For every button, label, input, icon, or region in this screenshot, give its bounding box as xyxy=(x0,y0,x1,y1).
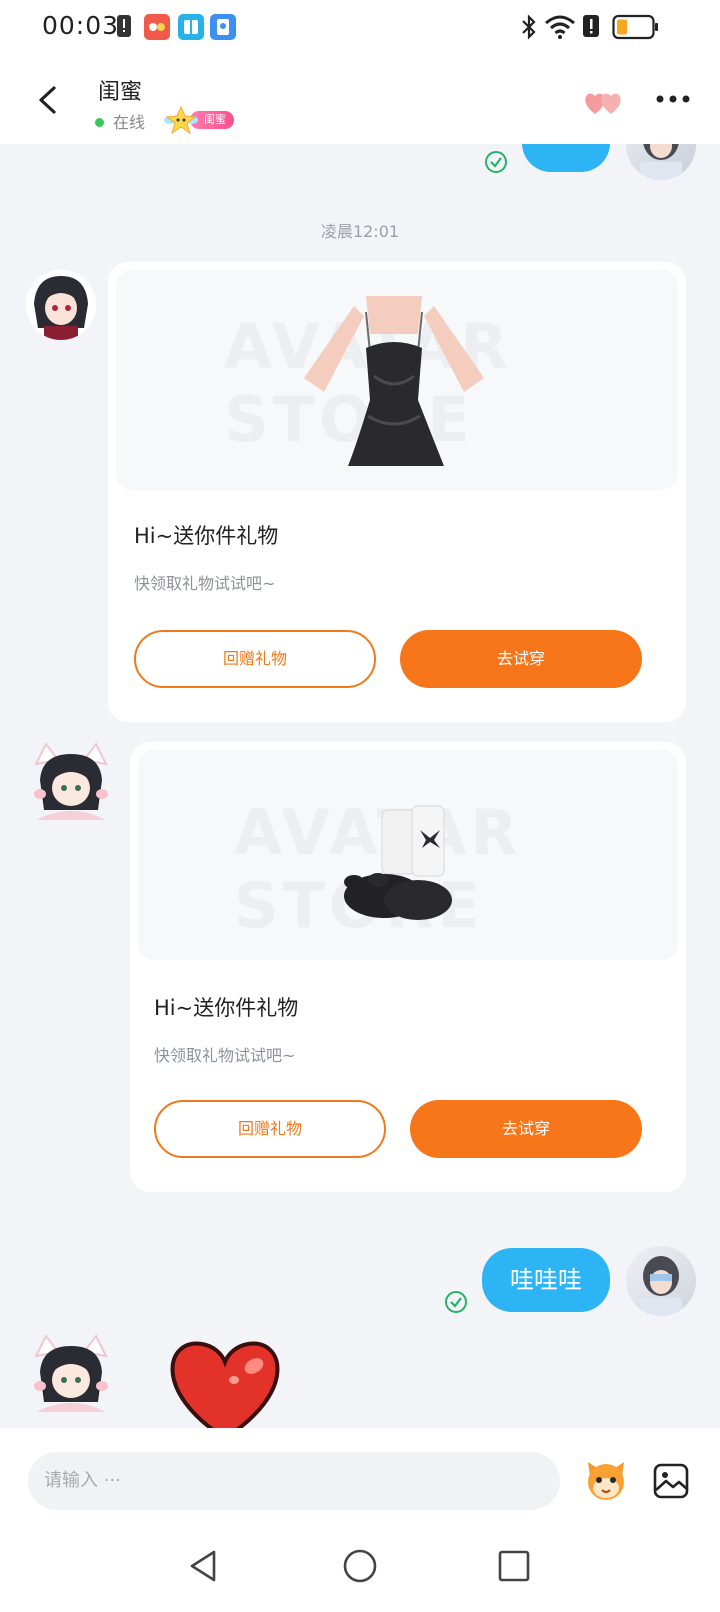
heart-sticker[interactable] xyxy=(162,1340,288,1428)
gift-image: AVATAR STORE xyxy=(138,750,678,960)
nav-back-icon[interactable] xyxy=(186,1548,222,1584)
gift-card[interactable]: AVATAR STORE Hi~送你件礼物 快领取礼物试试吧~ 回赠礼物 去试穿 xyxy=(108,262,686,722)
sent-message-bubble[interactable]: 哇哇哇 xyxy=(482,1248,610,1312)
cat-ear-girl-avatar xyxy=(34,742,108,820)
more-options-icon[interactable] xyxy=(655,94,691,104)
relationship-badge[interactable]: 闺蜜 xyxy=(164,106,250,134)
alert-icon xyxy=(583,15,599,37)
sent-message-bubble-partial[interactable] xyxy=(522,144,610,172)
image-picker-icon[interactable] xyxy=(652,1462,690,1500)
system-nav-bar xyxy=(0,1520,720,1612)
online-dot-icon xyxy=(95,118,104,127)
try-on-button[interactable]: 去试穿 xyxy=(410,1100,642,1158)
return-gift-button[interactable]: 回赠礼物 xyxy=(154,1100,386,1158)
nav-home-icon[interactable] xyxy=(342,1548,378,1584)
bluetooth-icon xyxy=(522,14,536,40)
battery-icon xyxy=(612,14,658,40)
emoji-sticker-icon[interactable] xyxy=(584,1458,628,1502)
friend-avatar[interactable] xyxy=(26,270,96,340)
anime-girl-avatar xyxy=(26,270,96,340)
friend-avatar[interactable] xyxy=(26,740,116,830)
my-avatar[interactable] xyxy=(626,1246,696,1316)
gift-title: Hi~送你件礼物 xyxy=(134,524,279,548)
status-bar: 00:03 xyxy=(0,0,720,52)
black-dress-image xyxy=(304,296,484,466)
back-arrow-icon[interactable] xyxy=(30,82,66,118)
gift-card[interactable]: AVATAR STORE Hi~送你件礼物 快领取礼物试试吧~ 回赠礼物 去试穿 xyxy=(130,742,686,1192)
message-input[interactable]: 请输入 ··· xyxy=(28,1452,560,1510)
wifi-icon xyxy=(545,15,575,39)
chat-header: 闺蜜 在线 闺蜜 xyxy=(0,52,720,144)
read-check-icon xyxy=(445,1291,467,1313)
return-gift-button[interactable]: 回赠礼物 xyxy=(134,630,376,688)
avatar-photo xyxy=(640,1256,682,1316)
online-status: 在线 xyxy=(113,113,146,132)
gift-subtitle: 快领取礼物试试吧~ xyxy=(154,1046,296,1065)
star-mascot-icon xyxy=(164,106,198,134)
nav-recents-icon[interactable] xyxy=(496,1548,532,1584)
cat-ear-girl-avatar xyxy=(34,1334,108,1412)
avatar-photo xyxy=(640,144,682,180)
gift-subtitle: 快领取礼物试试吧~ xyxy=(134,574,276,593)
app-icon-3 xyxy=(210,14,236,40)
friend-avatar[interactable] xyxy=(26,1332,116,1422)
chat-title: 闺蜜 xyxy=(98,80,143,105)
gift-image: AVATAR STORE xyxy=(116,270,678,490)
read-check-icon xyxy=(485,151,507,173)
try-on-button[interactable]: 去试穿 xyxy=(400,630,642,688)
message-timestamp: 凌晨12:01 xyxy=(320,222,400,241)
chat-area[interactable]: 凌晨12:01 AVATAR STORE Hi~送你件礼物 快领取礼物试试吧~ … xyxy=(0,144,720,1428)
status-time: 00:03 xyxy=(42,11,120,40)
notification-icon xyxy=(117,15,131,37)
intimacy-hearts-icon[interactable] xyxy=(584,88,626,118)
app-icon-2 xyxy=(178,14,204,40)
black-shoes-image xyxy=(344,805,452,920)
message-input-bar: 请输入 ··· xyxy=(0,1428,720,1520)
gift-title: Hi~送你件礼物 xyxy=(154,996,299,1020)
app-icon-1 xyxy=(144,14,170,40)
my-avatar[interactable] xyxy=(626,144,696,180)
